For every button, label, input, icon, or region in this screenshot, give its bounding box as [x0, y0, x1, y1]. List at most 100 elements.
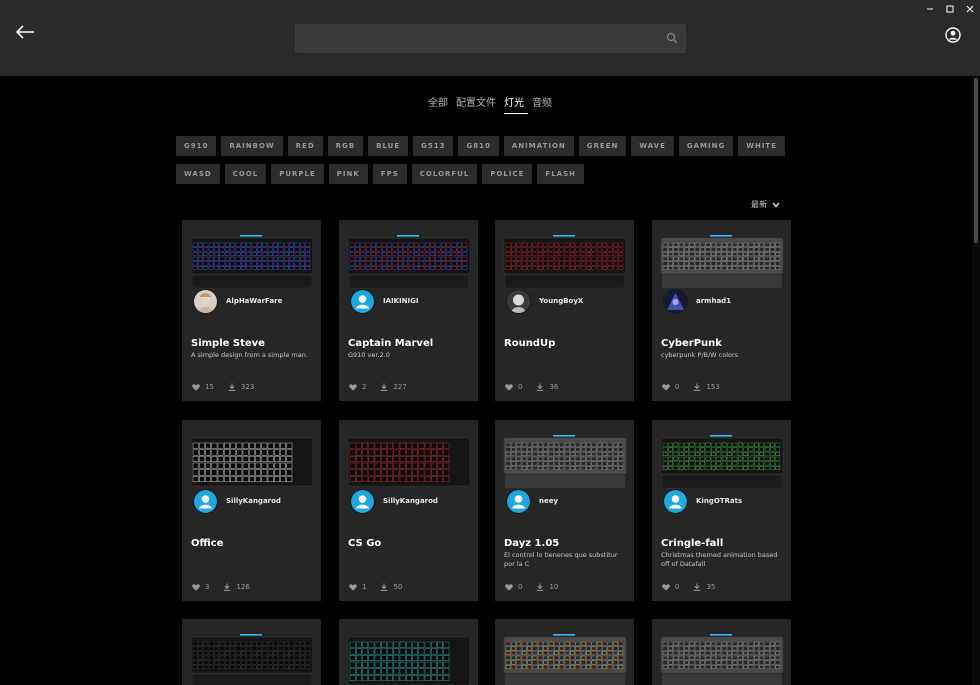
- minimize-icon: [927, 8, 933, 10]
- avatar[interactable]: [507, 490, 530, 513]
- tag-flash[interactable]: FLASH: [537, 164, 584, 184]
- download-stat[interactable]: 50: [380, 583, 402, 591]
- keyboard-icon: [503, 435, 627, 489]
- tag-g910[interactable]: G910: [176, 136, 217, 156]
- lighting-card[interactable]: KingOTRats Cringle-fall Christmas themed a…: [652, 420, 791, 601]
- window-controls: [920, 0, 980, 18]
- download-stat[interactable]: 323: [228, 383, 254, 391]
- lighting-card[interactable]: AlpHaWarFare Simple Steve A simple design …: [182, 220, 321, 401]
- lighting-card[interactable]: YoungBoyX RoundUp 0 36: [495, 220, 634, 401]
- tag-gaming[interactable]: GAMING: [678, 136, 734, 156]
- author-name[interactable]: neey: [539, 497, 558, 505]
- user-avatar-icon: [194, 490, 217, 513]
- avatar[interactable]: [507, 290, 530, 313]
- like-count: 15: [205, 383, 214, 391]
- tag-colorful[interactable]: COLORFUL: [411, 164, 478, 184]
- tag-cool[interactable]: COOL: [224, 164, 267, 184]
- author-name[interactable]: SillyKangarod: [226, 497, 281, 505]
- avatar[interactable]: [664, 490, 687, 513]
- tag-blue[interactable]: BLUE: [368, 136, 409, 156]
- like-stat[interactable]: 0: [505, 583, 522, 591]
- card-title: Captain Marvel: [348, 338, 434, 349]
- author-name[interactable]: KingOTRats: [696, 497, 742, 505]
- search-box[interactable]: [295, 24, 686, 53]
- maximize-button[interactable]: [940, 0, 960, 18]
- close-button[interactable]: [960, 0, 980, 18]
- author-name[interactable]: YoungBoyX: [539, 297, 583, 305]
- download-stat[interactable]: 126: [223, 583, 250, 591]
- tag-wasd[interactable]: WASD: [176, 164, 220, 184]
- tag-rainbow[interactable]: RAINBOW: [221, 136, 283, 156]
- lighting-card[interactable]: neey Dayz 1.05 El control lo tienenes que …: [495, 420, 634, 601]
- download-count: 36: [549, 383, 559, 391]
- author-name[interactable]: AlpHaWarFare: [226, 297, 282, 305]
- tab-audio[interactable]: 音频: [532, 94, 556, 114]
- tag-purple[interactable]: PURPLE: [271, 164, 324, 184]
- avatar[interactable]: [194, 490, 217, 513]
- card-description: El control lo tienenes que substitur por…: [504, 551, 618, 568]
- tag-police[interactable]: POLICE: [482, 164, 533, 184]
- lighting-card[interactable]: [339, 619, 478, 685]
- keyboard-icon: [503, 235, 627, 289]
- tag-wave[interactable]: WAVE: [631, 136, 674, 156]
- download-stat[interactable]: 10: [536, 583, 558, 591]
- scrollbar-thumb[interactable]: [974, 78, 978, 243]
- download-stat[interactable]: 153: [693, 383, 720, 391]
- chevron-down-icon: [772, 202, 780, 208]
- avatar[interactable]: [351, 290, 374, 313]
- lighting-card[interactable]: [182, 619, 321, 685]
- lighting-card[interactable]: armhad1 CyberPunk cyberpunk P/B/W colors 0 1…: [652, 220, 791, 401]
- card-description: Christmas themed animation based off of …: [661, 551, 778, 568]
- sort-dropdown[interactable]: 最新: [751, 199, 780, 210]
- lighting-card[interactable]: [495, 619, 634, 685]
- lighting-card[interactable]: IAIKINIGI Captain Marvel G910 ver.2.0 2 227: [339, 220, 478, 401]
- lighting-card[interactable]: [652, 619, 791, 685]
- lighting-card[interactable]: SillyKangarod Office 3 126: [182, 420, 321, 601]
- avatar[interactable]: [351, 490, 374, 513]
- tag-animation[interactable]: ANIMATION: [503, 136, 574, 156]
- author-name[interactable]: IAIKINIGI: [383, 297, 418, 305]
- tag-rgb[interactable]: RGB: [327, 136, 364, 156]
- tag-pink[interactable]: PINK: [328, 164, 368, 184]
- tag-green[interactable]: GREEN: [578, 136, 627, 156]
- download-stat[interactable]: 35: [693, 583, 715, 591]
- author-name[interactable]: armhad1: [696, 297, 731, 305]
- avatar[interactable]: [194, 290, 217, 313]
- tag-white[interactable]: WHITE: [738, 136, 785, 156]
- keyboard-preview: [190, 432, 314, 490]
- tag-red[interactable]: RED: [287, 136, 323, 156]
- lighting-card[interactable]: SillyKangarod CS Go 1 50: [339, 420, 478, 601]
- like-stat[interactable]: 0: [662, 583, 679, 591]
- download-count: 35: [706, 583, 716, 591]
- like-stat[interactable]: 0: [505, 383, 522, 391]
- tab-profiles[interactable]: 配置文件: [456, 94, 500, 114]
- like-stat[interactable]: 3: [192, 583, 209, 591]
- like-stat[interactable]: 0: [662, 383, 679, 391]
- download-stat[interactable]: 227: [380, 383, 407, 391]
- avatar[interactable]: [664, 290, 687, 313]
- keyboard-preview: [503, 232, 627, 290]
- profile-button[interactable]: [945, 27, 961, 43]
- sort-label: 最新: [751, 200, 767, 209]
- author-name[interactable]: SillyKangarod: [383, 497, 438, 505]
- download-stat[interactable]: 36: [536, 383, 558, 391]
- search-input[interactable]: [295, 24, 655, 53]
- like-stat[interactable]: 15: [192, 383, 214, 391]
- like-stat[interactable]: 1: [349, 583, 366, 591]
- back-button[interactable]: [14, 22, 36, 42]
- like-stat[interactable]: 2: [349, 383, 366, 391]
- search-icon[interactable]: [666, 32, 678, 44]
- download-count: 153: [706, 383, 720, 391]
- tag-g513[interactable]: G513: [413, 136, 454, 156]
- tab-all[interactable]: 全部: [428, 94, 452, 114]
- heart-icon: [662, 383, 670, 391]
- tag-g810[interactable]: G810: [458, 136, 499, 156]
- download-icon: [381, 583, 388, 591]
- card-stats: 0 36: [505, 383, 572, 391]
- heart-icon: [505, 383, 513, 391]
- minimize-button[interactable]: [920, 0, 940, 18]
- tag-fps[interactable]: FPS: [372, 164, 407, 184]
- tab-lighting[interactable]: 灯光: [504, 94, 528, 114]
- card-stats: 0 153: [662, 383, 734, 391]
- user-avatar-icon: [351, 490, 374, 513]
